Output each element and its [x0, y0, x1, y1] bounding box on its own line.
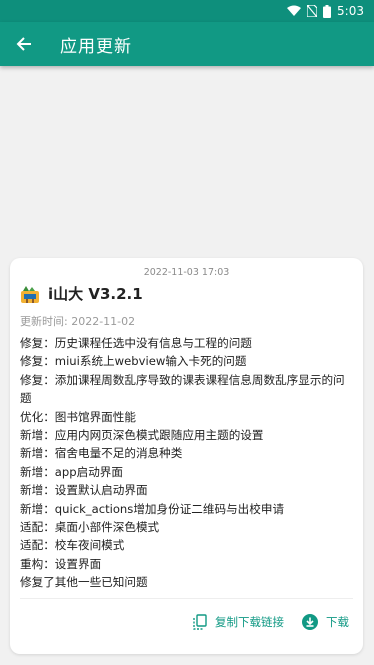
download-icon	[302, 614, 318, 630]
changelog-item: 新增：应用内网页深色模式跟随应用主题的设置	[20, 428, 264, 443]
changelog-list: 修复：历史课程任选中没有信息与工程的问题 修复：miui系统上webview输入…	[20, 334, 352, 592]
back-button[interactable]	[0, 22, 48, 66]
status-time: 5:03	[337, 4, 364, 18]
changelog-item: 修复：历史课程任选中没有信息与工程的问题	[20, 336, 252, 350]
copy-link-button[interactable]: 复制下载链接	[193, 614, 284, 630]
copy-link-label: 复制下载链接	[215, 615, 284, 629]
changelog-item: 新增：宿舍电量不足的消息种类	[20, 446, 183, 461]
app-logo-icon	[21, 285, 39, 303]
app-name-version: i山大 V3.2.1	[48, 285, 143, 303]
changelog-item: 新增：设置默认启动界面	[20, 483, 148, 498]
update-time: 更新时间: 2022-11-02	[20, 315, 136, 328]
changelog-item: 新增：app启动界面	[20, 464, 123, 479]
app-header: i山大 V3.2.1	[20, 283, 143, 304]
changelog-item: 适配：校车夜间模式	[20, 538, 125, 553]
no-sim-icon	[307, 5, 318, 17]
battery-icon	[323, 4, 332, 18]
divider	[20, 598, 353, 599]
changelog-item: 优化：图书馆界面性能	[20, 409, 136, 424]
download-label: 下载	[326, 615, 349, 629]
changelog-item: 修复了其他一些已知问题	[20, 575, 148, 590]
app-bar: 应用更新	[0, 22, 374, 66]
download-button[interactable]: 下载	[302, 614, 349, 630]
changelog-item: 修复：添加课程周数乱序导致的课表课程信息周数乱序显示的问题	[20, 372, 345, 406]
status-bar: 5:03	[0, 0, 374, 22]
changelog-item: 重构：设置界面	[20, 556, 102, 571]
release-date: 2022-11-03 17:03	[143, 267, 230, 278]
action-row: 复制下载链接 下载	[193, 614, 349, 630]
release-card: 2022-11-03 17:03 i山大 V3.2.1 更新时间: 2022-1…	[10, 258, 363, 654]
changelog-item: 适配：桌面小部件深色模式	[20, 520, 160, 535]
copy-icon	[193, 614, 207, 630]
changelog-item: 修复：miui系统上webview输入卡死的问题	[20, 354, 247, 369]
wifi-icon	[287, 5, 302, 16]
page-title: 应用更新	[60, 36, 132, 57]
arrow-back-icon	[16, 37, 31, 51]
changelog-item: 新增：quick_actions增加身份证二维码与出校申请	[20, 501, 285, 516]
